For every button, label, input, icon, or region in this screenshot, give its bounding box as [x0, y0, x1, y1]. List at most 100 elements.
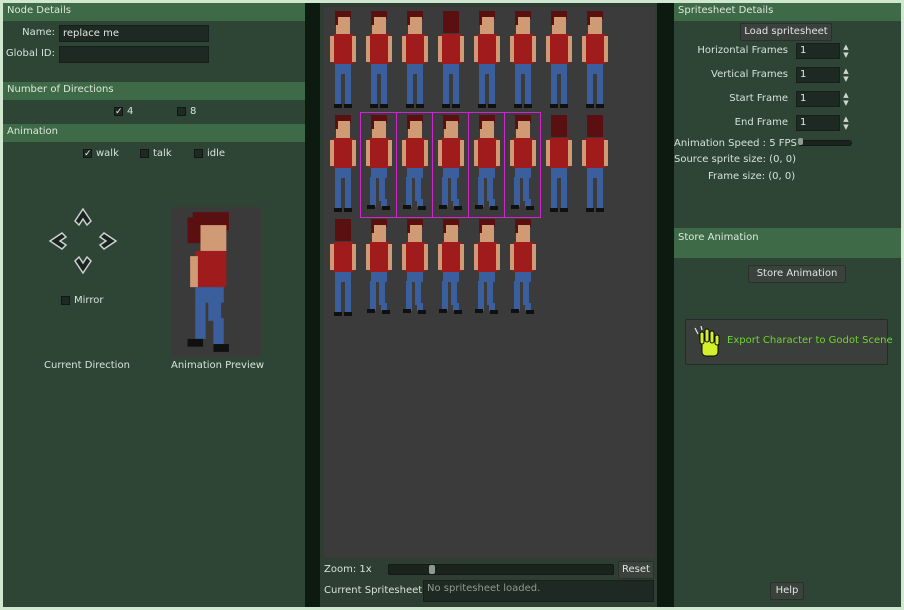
- sprite-frame: [470, 217, 504, 321]
- talk-checkbox[interactable]: talk: [140, 148, 172, 159]
- spritesheet-details-header: Spritesheet Details: [674, 3, 901, 21]
- load-spritesheet-button[interactable]: Load spritesheet: [740, 23, 832, 41]
- directions-header: Number of Directions: [3, 82, 305, 100]
- character-sprite-icon: [438, 219, 464, 314]
- walk-checkbox[interactable]: ✓ walk: [83, 148, 119, 159]
- sprite-frame: [398, 9, 432, 113]
- sprite-frame: [578, 9, 612, 113]
- sprite-frame: [542, 9, 576, 113]
- character-sprite-icon: [474, 11, 500, 108]
- directions-8-label: 8: [190, 106, 197, 117]
- selected-frame-outline: [468, 112, 505, 218]
- character-sprite-icon: [582, 115, 608, 212]
- left-divider: [305, 3, 320, 607]
- store-animation-header: Store Animation: [674, 228, 901, 258]
- character-sprite-icon: [510, 11, 536, 108]
- character-sprite-icon: [402, 219, 428, 314]
- spin-arrows-icon[interactable]: ▲ ▼: [842, 91, 850, 107]
- sprite-frame: [434, 217, 468, 321]
- current-spritesheet-label: Current Spritesheet:: [324, 585, 426, 596]
- spin-arrows-icon[interactable]: ▲ ▼: [842, 43, 850, 59]
- idle-checkbox[interactable]: idle: [194, 148, 225, 159]
- horizontal-frames-label: Horizontal Frames: [697, 45, 788, 56]
- mirror-checkbox[interactable]: Mirror: [61, 295, 103, 306]
- global-id-label: Global ID:: [5, 48, 55, 59]
- arrow-down-icon[interactable]: [74, 255, 92, 275]
- right-divider: [657, 3, 674, 607]
- export-button[interactable]: Export Character to Godot Scene: [685, 319, 893, 365]
- spritesheet-canvas[interactable]: [324, 7, 655, 558]
- spin-arrows-icon[interactable]: ▲ ▼: [842, 67, 850, 83]
- sprite-frame: [506, 217, 540, 321]
- character-sprite-icon: [366, 219, 392, 314]
- node-details-header: Node Details: [3, 3, 305, 21]
- export-button-label: Export Character to Godot Scene: [727, 335, 893, 346]
- sprite-frame: [326, 9, 360, 113]
- start-frame-label: Start Frame: [729, 93, 788, 104]
- selected-frame-outline: [360, 112, 397, 218]
- character-sprite-icon: [546, 11, 572, 108]
- end-frame-label: End Frame: [734, 117, 788, 128]
- walk-label: walk: [96, 148, 119, 159]
- zoom-slider[interactable]: [388, 564, 614, 575]
- character-sprite-icon: [546, 115, 572, 212]
- direction-pad: [48, 207, 118, 275]
- end-frame-input[interactable]: 1: [796, 115, 840, 131]
- character-sprite-icon: [330, 11, 356, 108]
- arrow-left-icon[interactable]: [48, 232, 68, 250]
- sprite-frame: [506, 9, 540, 113]
- sprite-frame: [470, 9, 504, 113]
- checkbox-box: [194, 149, 203, 158]
- animation-speed-slider[interactable]: [798, 138, 852, 146]
- reset-zoom-button[interactable]: Reset: [618, 561, 654, 579]
- arrow-right-icon[interactable]: [98, 232, 118, 250]
- talk-label: talk: [153, 148, 172, 159]
- sprite-frame: [362, 217, 396, 321]
- spin-arrows-icon[interactable]: ▲ ▼: [842, 115, 850, 131]
- current-spritesheet-field[interactable]: No spritesheet loaded.: [423, 580, 654, 602]
- sprite-frame: [398, 217, 432, 321]
- idle-label: idle: [207, 148, 226, 159]
- selected-frame-outline: [504, 112, 541, 218]
- directions-8-checkbox[interactable]: 8: [177, 106, 196, 117]
- sprite-frame: [578, 113, 612, 217]
- animation-preview-label: Animation Preview: [171, 360, 265, 371]
- help-button[interactable]: Help: [770, 582, 804, 600]
- character-sprite-icon: [438, 11, 464, 108]
- arrow-up-icon[interactable]: [74, 207, 92, 227]
- sprite-frame: [434, 9, 468, 113]
- character-sprite-icon: [474, 219, 500, 314]
- character-sprite-icon: [366, 11, 392, 108]
- animation-header: Animation: [3, 124, 305, 142]
- directions-4-checkbox[interactable]: ✓ 4: [114, 106, 133, 117]
- speed-slider-handle[interactable]: [798, 138, 803, 145]
- global-id-input[interactable]: [59, 46, 209, 63]
- name-label: Name:: [22, 27, 55, 38]
- checkbox-box: ✓: [114, 107, 123, 117]
- checkbox-box: [140, 149, 149, 158]
- preview-character-icon: [187, 212, 229, 352]
- character-sprite-icon: [402, 11, 428, 108]
- mirror-label: Mirror: [74, 295, 104, 306]
- vertical-frames-label: Vertical Frames: [711, 69, 788, 80]
- frame-size-label: Frame size: (0, 0): [708, 171, 796, 182]
- sprite-frame: [362, 9, 396, 113]
- current-direction-label: Current Direction: [44, 360, 130, 371]
- store-animation-button[interactable]: Store Animation: [748, 265, 846, 283]
- selected-frame-outline: [396, 112, 433, 218]
- vertical-frames-input[interactable]: 1: [796, 67, 840, 83]
- start-frame-input[interactable]: 1: [796, 91, 840, 107]
- sprite-frame: [542, 113, 576, 217]
- sprite-frame: [326, 217, 360, 321]
- left-panel: Node Details Name: replace me Global ID:…: [3, 3, 305, 607]
- checkbox-box: [177, 107, 186, 116]
- checkbox-box: ✓: [83, 149, 92, 159]
- right-panel: Spritesheet Details Load spritesheet Hor…: [674, 3, 901, 607]
- animation-speed-label: Animation Speed : 5 FPS: [674, 138, 797, 149]
- name-input[interactable]: replace me: [59, 25, 209, 42]
- zoom-slider-handle[interactable]: [429, 565, 435, 574]
- directions-4-label: 4: [127, 106, 134, 117]
- character-sprite-icon: [582, 11, 608, 108]
- horizontal-frames-input[interactable]: 1: [796, 43, 840, 59]
- character-sprite-icon: [330, 115, 356, 212]
